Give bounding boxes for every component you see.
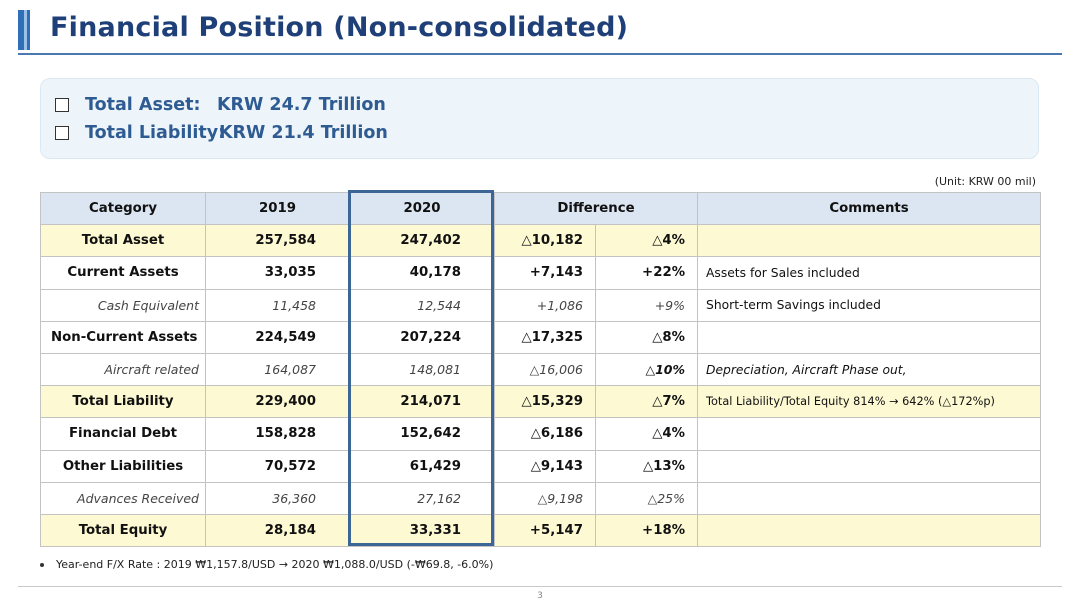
row-2019: 164,087 — [205, 352, 350, 387]
row-diff: △10,182 — [494, 224, 596, 258]
unit-note: (Unit: KRW 00 mil) — [934, 175, 1036, 188]
financial-position-table: Category 2019 2020 Difference Comments T… — [40, 191, 1042, 548]
summary-total-asset: Total Asset: KRW 24.7 Trillion — [55, 91, 386, 119]
row-2019: 257,584 — [205, 224, 350, 258]
summary-box: Total Asset: KRW 24.7 Trillion Total Lia… — [40, 78, 1039, 159]
row-diff: △16,006 — [494, 352, 596, 387]
row-diff: △17,325 — [494, 320, 596, 354]
row-diff-pct: △13% — [594, 449, 699, 483]
row-diff-pct: △7% — [594, 385, 699, 419]
title-divider — [18, 53, 1062, 55]
table-row: Total Equity 28,184 33,331 +5,147 +18% — [40, 513, 1042, 548]
row-category: Total Liability — [40, 385, 206, 419]
header-2019: 2019 — [205, 191, 350, 226]
table-row: Total Liability 229,400 214,071 △15,329 … — [40, 385, 1042, 419]
summary-value: KRW 24.7 Trillion — [217, 95, 386, 115]
row-diff-pct: +18% — [594, 513, 699, 548]
footnote: Year-end F/X Rate : 2019 ₩1,157.8/USD → … — [40, 558, 493, 571]
page-number: 3 — [537, 591, 543, 601]
row-category: Total Asset — [40, 224, 206, 258]
row-2020: 207,224 — [349, 320, 495, 354]
row-2019: 28,184 — [205, 513, 350, 548]
row-diff: △9,198 — [494, 481, 596, 515]
table-row: Financial Debt 158,828 152,642 △6,186 △4… — [40, 417, 1042, 451]
row-comment — [697, 449, 1042, 483]
row-category: Current Assets — [40, 256, 206, 290]
checkbox-bullet-icon — [55, 126, 69, 140]
row-diff-pct: △4% — [594, 224, 699, 258]
row-2020: 27,162 — [349, 481, 495, 515]
row-diff-pct: △10% — [594, 352, 699, 387]
table-row: Current Assets 33,035 40,178 +7,143 +22%… — [40, 256, 1042, 290]
row-category: Other Liabilities — [40, 449, 206, 483]
row-comment: Short-term Savings included — [697, 288, 1042, 322]
page-title: Financial Position (Non-consolidated) — [50, 12, 629, 43]
row-comment — [697, 481, 1042, 515]
row-2020: 12,544 — [349, 288, 495, 322]
row-2019: 229,400 — [205, 385, 350, 419]
row-diff-pct: +22% — [594, 256, 699, 290]
row-2020: 247,402 — [349, 224, 495, 258]
row-diff: +1,086 — [494, 288, 596, 322]
row-diff: +7,143 — [494, 256, 596, 290]
row-category: Advances Received — [40, 481, 206, 515]
row-2020: 61,429 — [349, 449, 495, 483]
summary-label: Total Asset: — [85, 95, 201, 115]
header-difference: Difference — [493, 191, 699, 226]
footnote-text: Year-end F/X Rate : 2019 ₩1,157.8/USD → … — [56, 558, 494, 571]
summary-value: KRW 21.4 Trillion — [219, 123, 388, 143]
summary-total-liability: Total Liability: KRW 21.4 Trillion — [55, 119, 388, 147]
row-2019: 224,549 — [205, 320, 350, 354]
row-diff: +5,147 — [494, 513, 596, 548]
checkbox-bullet-icon — [55, 98, 69, 112]
row-diff-pct: △4% — [594, 417, 699, 451]
row-category: Non-Current Assets — [40, 320, 206, 354]
table-header-row: Category 2019 2020 Difference Comments — [40, 191, 1042, 226]
row-comment — [697, 224, 1042, 258]
row-diff-pct: +9% — [594, 288, 699, 322]
row-2020: 40,178 — [349, 256, 495, 290]
row-comment — [697, 320, 1042, 354]
table-row: Cash Equivalent 11,458 12,544 +1,086 +9%… — [40, 288, 1042, 322]
table-row: Aircraft related 164,087 148,081 △16,006… — [40, 352, 1042, 387]
row-2020: 152,642 — [349, 417, 495, 451]
row-comment — [697, 417, 1042, 451]
header-comments: Comments — [697, 191, 1042, 226]
row-diff: △9,143 — [494, 449, 596, 483]
row-2020: 148,081 — [349, 352, 495, 387]
title-accent-bar — [18, 10, 30, 50]
row-2020: 33,331 — [349, 513, 495, 548]
row-2019: 158,828 — [205, 417, 350, 451]
row-category: Cash Equivalent — [40, 288, 206, 322]
row-comment: Depreciation, Aircraft Phase out, — [697, 352, 1042, 387]
table-row: Total Asset 257,584 247,402 △10,182 △4% — [40, 224, 1042, 258]
row-2020: 214,071 — [349, 385, 495, 419]
header-2020: 2020 — [349, 191, 495, 226]
bullet-icon — [40, 562, 44, 567]
row-diff-pct: △25% — [594, 481, 699, 515]
table-row: Advances Received 36,360 27,162 △9,198 △… — [40, 481, 1042, 515]
summary-label: Total Liability: — [85, 123, 226, 143]
row-diff: △6,186 — [494, 417, 596, 451]
row-comment: Assets for Sales included — [697, 256, 1042, 290]
row-category: Aircraft related — [40, 352, 206, 387]
row-2019: 36,360 — [205, 481, 350, 515]
footer-divider — [18, 586, 1062, 587]
row-comment: Total Liability/Total Equity 814% → 642%… — [697, 385, 1042, 419]
row-diff: △15,329 — [494, 385, 596, 419]
row-diff-pct: △8% — [594, 320, 699, 354]
header-category: Category — [40, 191, 206, 226]
row-category: Total Equity — [40, 513, 206, 548]
row-2019: 11,458 — [205, 288, 350, 322]
row-category: Financial Debt — [40, 417, 206, 451]
row-2019: 70,572 — [205, 449, 350, 483]
row-comment — [697, 513, 1042, 548]
table-row: Non-Current Assets 224,549 207,224 △17,3… — [40, 320, 1042, 354]
table-row: Other Liabilities 70,572 61,429 △9,143 △… — [40, 449, 1042, 483]
row-2019: 33,035 — [205, 256, 350, 290]
